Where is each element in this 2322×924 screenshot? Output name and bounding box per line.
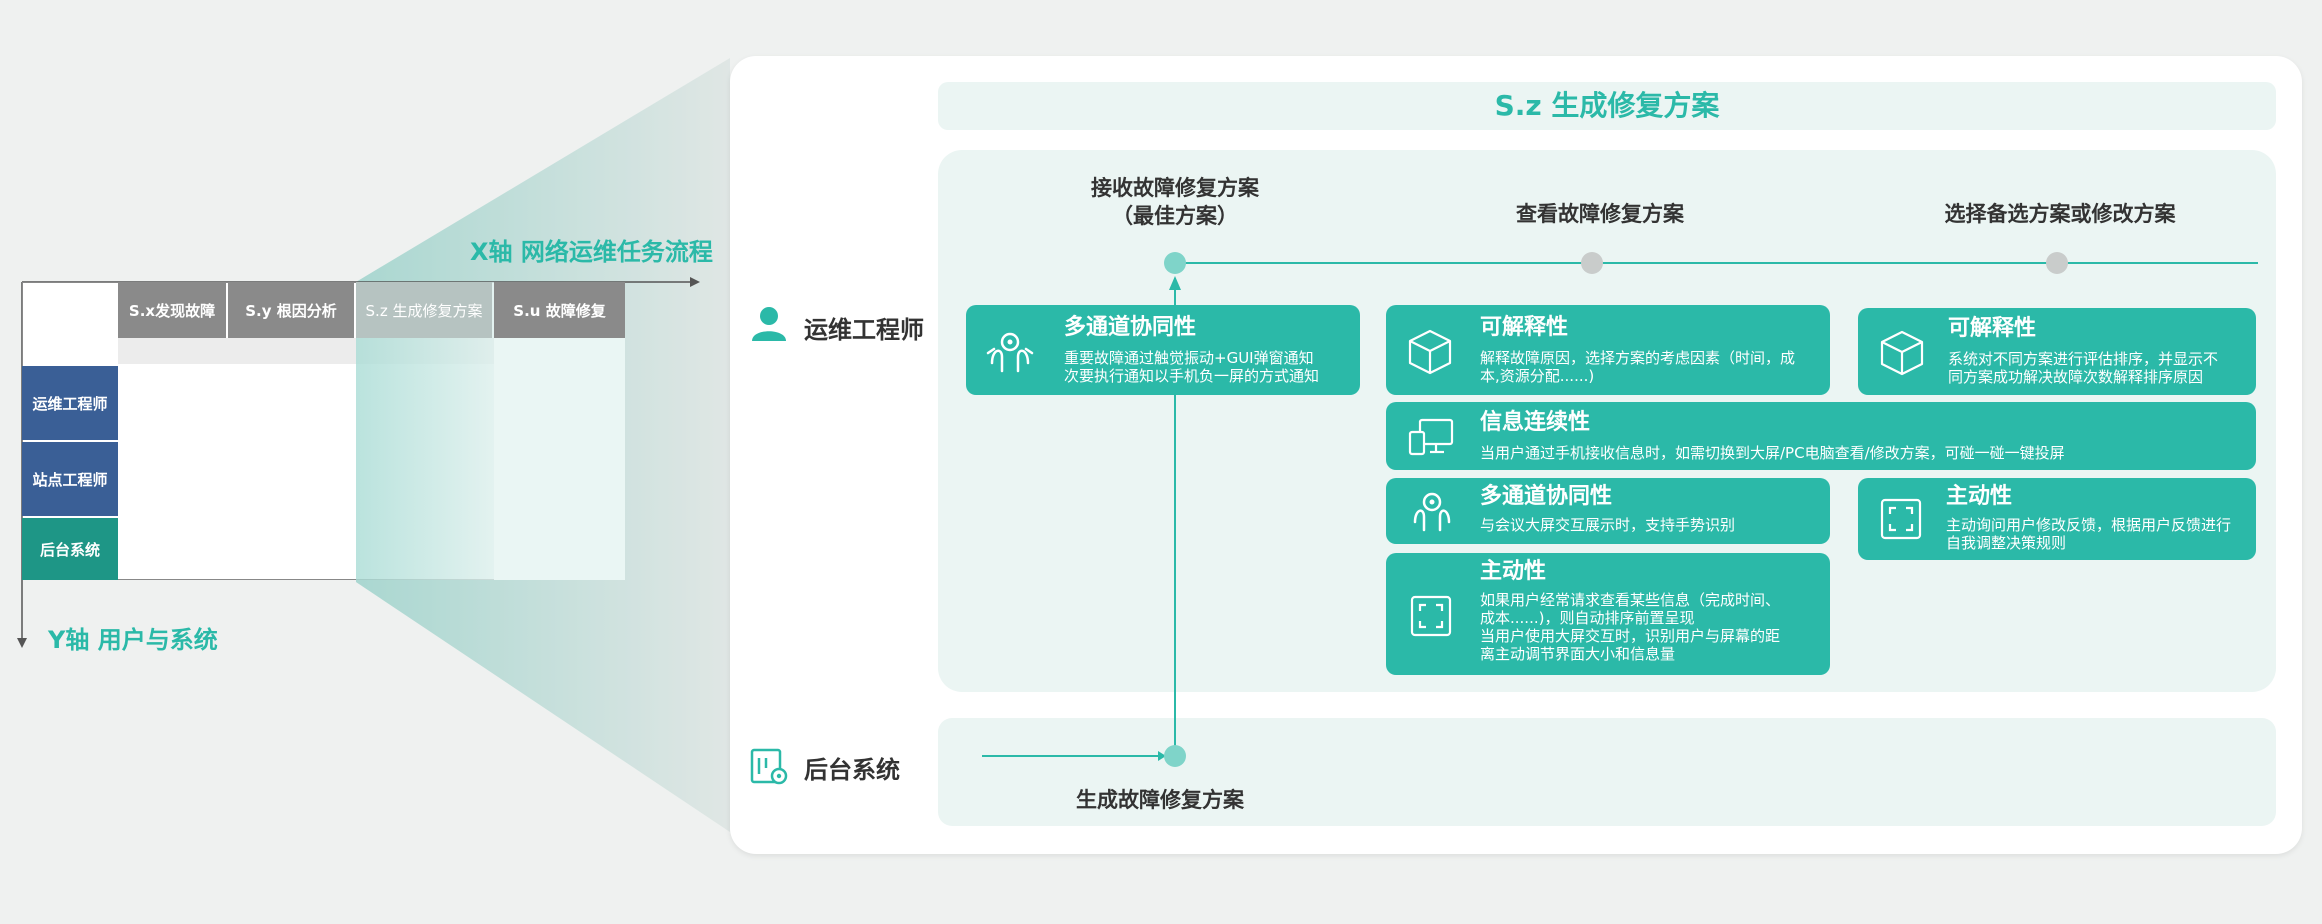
node-receive	[1164, 252, 1186, 274]
card-multichannel-notification: 多通道协同性 重要故障通过触觉振动+GUI弹窗通知 次要执行通知以手机负一屏的方…	[966, 305, 1360, 395]
card-description: 主动询问用户修改反馈，根据用户反馈进行 自我调整决策规则	[1946, 516, 2246, 552]
card-line: 次要执行通知以手机负一屏的方式通知	[1064, 367, 1320, 385]
card-proactive-sorting: 主动性 如果用户经常请求查看某些信息（完成时间、 成本......)，则自动排序…	[1386, 553, 1830, 675]
card-line: 主动询问用户修改反馈，根据用户反馈进行	[1946, 516, 2232, 534]
card-description: 当用户通过手机接收信息时，如需切换到大屏/PC电脑查看/修改方案，可碰一碰一键投…	[1480, 444, 2065, 462]
card-description: 系统对不同方案进行评估排序，并显示不 同方案成功解决故障次数解释排序原因	[1948, 350, 2248, 386]
devices-icon	[1408, 418, 1454, 456]
card-multichannel-gesture: 多通道协同性 与会议大屏交互展示时，支持手势识别	[1386, 478, 1830, 544]
card-description: 与会议大屏交互展示时，支持手势识别	[1480, 516, 1736, 534]
card-line: 解释故障原因，选择方案的考虑因素（时间，成	[1480, 349, 1796, 367]
card-line: 重要故障通过触觉振动+GUI弹窗通知	[1064, 349, 1314, 367]
card-title: 可解释性	[1480, 315, 1569, 340]
step-select: 选择备选方案或修改方案	[1944, 202, 2176, 226]
card-description: 解释故障原因，选择方案的考虑因素（时间，成 本,资源分配......)	[1480, 349, 1820, 385]
card-description: 如果用户经常请求查看某些信息（完成时间、 成本......)，则自动排序前置呈现…	[1480, 591, 1820, 663]
card-line: 如果用户经常请求查看某些信息（完成时间、	[1480, 591, 1781, 609]
cube-icon	[1408, 329, 1452, 375]
card-line: 当用户使用大屏交互时，识别用户与屏幕的距	[1480, 627, 1781, 645]
card-title: 主动性	[1946, 484, 2013, 509]
step-receive-line2: （最佳方案）	[1112, 204, 1238, 228]
card-explainability-ranking: 可解释性 系统对不同方案进行评估排序，并显示不 同方案成功解决故障次数解释排序原…	[1858, 308, 2256, 395]
expand-icon	[1880, 498, 1922, 540]
card-title: 可解释性	[1948, 316, 2037, 341]
card-information-continuity: 信息连续性 当用户通过手机接收信息时，如需切换到大屏/PC电脑查看/修改方案，可…	[1386, 402, 2256, 470]
expand-icon	[1410, 595, 1452, 637]
card-title: 多通道协同性	[1480, 484, 1613, 509]
card-line: 系统对不同方案进行评估排序，并显示不	[1948, 350, 2219, 368]
cube-icon	[1880, 330, 1924, 376]
card-proactive-feedback: 主动性 主动询问用户修改反馈，根据用户反馈进行 自我调整决策规则	[1858, 478, 2256, 560]
step-receive-line1: 接收故障修复方案	[1091, 176, 1259, 200]
card-title: 主动性	[1480, 559, 1547, 584]
card-title: 信息连续性	[1480, 410, 1591, 435]
node-view	[1581, 252, 1603, 274]
step-view: 查看故障修复方案	[1516, 202, 1684, 226]
card-description: 重要故障通过触觉振动+GUI弹窗通知 次要执行通知以手机负一屏的方式通知	[1064, 349, 1349, 385]
node-generate	[1164, 745, 1186, 767]
step-generate: 生成故障修复方案	[1076, 788, 1244, 812]
card-line: 本,资源分配......)	[1480, 367, 1595, 385]
card-title: 多通道协同性	[1064, 315, 1197, 340]
card-line: 同方案成功解决故障次数解释排序原因	[1948, 368, 2204, 386]
card-line: 自我调整决策规则	[1946, 534, 2067, 552]
card-line: 离主动调节界面大小和信息量	[1480, 645, 1676, 663]
card-explainability-reasons: 可解释性 解释故障原因，选择方案的考虑因素（时间，成 本,资源分配......)	[1386, 305, 1830, 395]
node-select	[2046, 252, 2068, 274]
step-receive: 接收故障修复方案 （最佳方案）	[1060, 174, 1290, 230]
card-line: 成本......)，则自动排序前置呈现	[1480, 609, 1695, 627]
hands-multi-channel-icon	[986, 332, 1034, 373]
hands-multi-channel-icon	[1413, 492, 1451, 532]
